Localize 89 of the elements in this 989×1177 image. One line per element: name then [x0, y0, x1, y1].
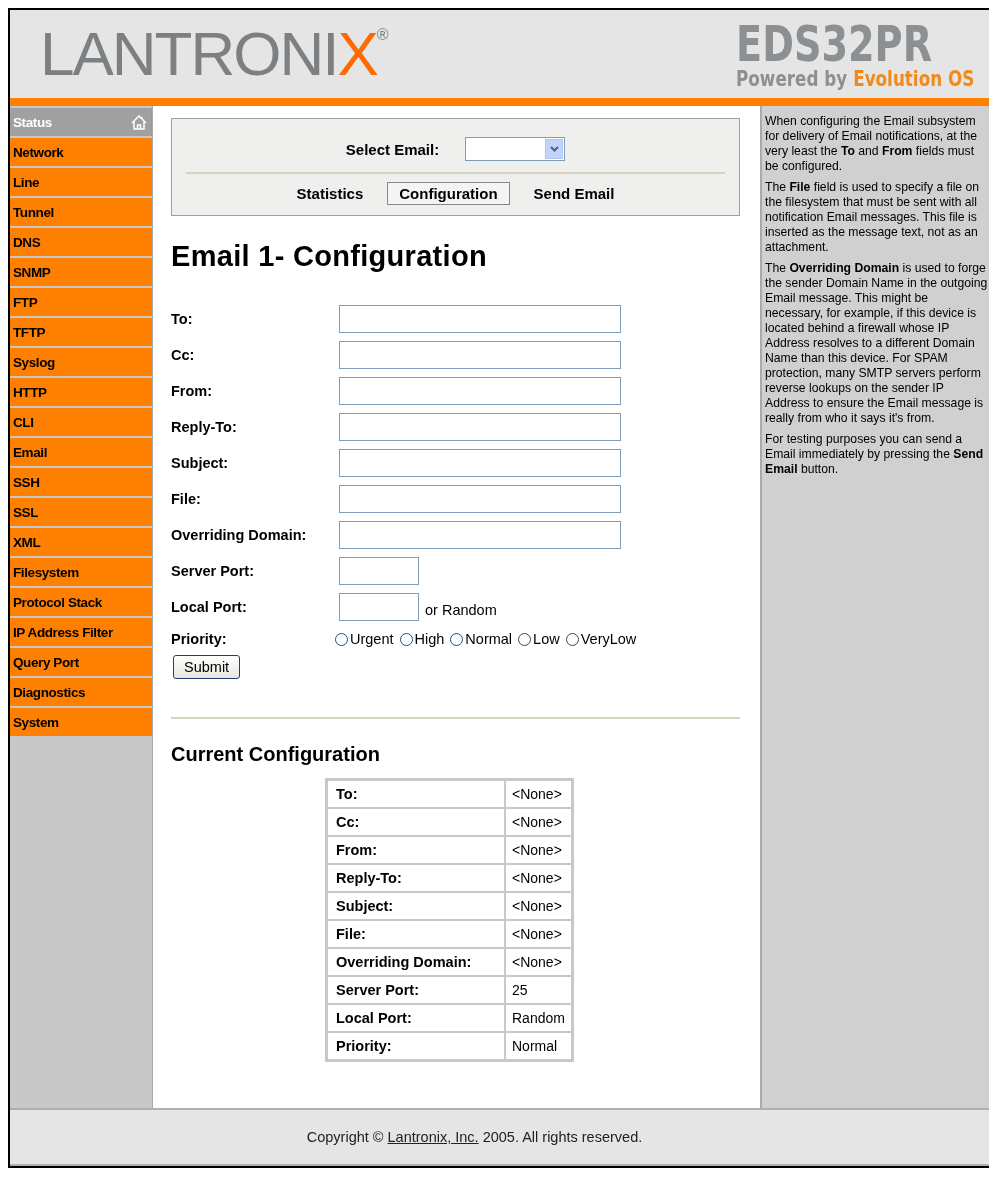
sidebar-item[interactable]: CLI: [10, 408, 152, 436]
field-hint: or Random: [425, 602, 497, 618]
copyright-text: Copyright © Lantronix, Inc. 2005. All rights reserved.: [306, 1129, 643, 1145]
table-cell: <None>: [505, 892, 572, 920]
field-label: Local Port:: [171, 599, 248, 615]
table-cell: <None>: [505, 780, 572, 808]
table-cell: Normal: [505, 1032, 572, 1060]
sidebar-item[interactable]: Filesystem: [10, 558, 152, 586]
product-tagline: Powered by Evolution OS: [736, 68, 975, 90]
table-cell: <None>: [505, 836, 572, 864]
radio-label: Normal: [465, 631, 513, 647]
input-field[interactable]: [339, 341, 621, 369]
field-label: Reply-To:: [171, 419, 238, 435]
table-cell: Cc:: [327, 808, 505, 836]
table-cell: Overriding Domain:: [327, 948, 505, 976]
radio-label: Urgent: [350, 631, 394, 647]
sidebar-item[interactable]: Network: [10, 138, 152, 166]
tab[interactable]: Send Email: [521, 182, 627, 205]
sidebar-item[interactable]: SSH: [10, 468, 152, 496]
table-cell: Priority:: [327, 1032, 505, 1060]
field-label: To:: [171, 311, 194, 327]
radio-label: Low: [533, 631, 560, 647]
radio-button[interactable]: [565, 632, 579, 646]
field-label: Priority:: [171, 631, 228, 647]
table-cell: Subject:: [327, 892, 505, 920]
sidebar-item[interactable]: SNMP: [10, 258, 152, 286]
input-field[interactable]: [339, 413, 621, 441]
section-title: Current Configuration: [171, 743, 381, 766]
lantronix-logo: LANTRONIX$^{®}$: [40, 23, 389, 85]
input-field[interactable]: [339, 449, 621, 477]
table-cell: File:: [327, 920, 505, 948]
sidebar-item[interactable]: Protocol Stack: [10, 588, 152, 616]
radio-label: High: [414, 631, 445, 647]
table-cell: <None>: [505, 920, 572, 948]
sidebar-item[interactable]: Syslog: [10, 348, 152, 376]
table-cell: From:: [327, 836, 505, 864]
sidebar-item[interactable]: System: [10, 708, 152, 736]
help-paragraph: The File field is used to specify a file on the filesystem that must be sent with all notification Email messages. This file is inserted as the message text, not as an attachment.: [765, 180, 981, 255]
field-label: Server Port:: [171, 563, 255, 579]
sidebar-item[interactable]: XML: [10, 528, 152, 556]
table-cell: <None>: [505, 808, 572, 836]
field-label: Cc:: [171, 347, 196, 363]
radio-button[interactable]: [518, 632, 532, 646]
radio-button[interactable]: [399, 632, 413, 646]
input-field[interactable]: [339, 377, 621, 405]
home-icon: [131, 114, 147, 130]
sidebar-item[interactable]: SSL: [10, 498, 152, 526]
product-name: EDS32PR: [736, 18, 933, 69]
company-link[interactable]: Lantronix, Inc.: [387, 1129, 479, 1145]
submit-button[interactable]: Submit: [173, 655, 241, 679]
help-paragraph: The Overriding Domain is used to forge the sender Domain Name in the outgoing Email message. This might be necessary, for example, if this device is located behind a firewall whose IP Address resolves to a different Domain Name than this device. For SPAM protection, many SMTP servers perform reverse lookups on the sender IP Address to ensure the Email message is really from who it says it's from.: [765, 261, 989, 426]
input-field[interactable]: [339, 485, 621, 513]
field-label: Overriding Domain:: [171, 527, 308, 543]
field-label: From:: [171, 383, 214, 399]
tab[interactable]: Configuration: [387, 182, 510, 205]
radio-label: VeryLow: [580, 631, 637, 647]
table-cell: Server Port:: [327, 976, 505, 1004]
sidebar-item[interactable]: Tunnel: [10, 198, 152, 226]
table-cell: <None>: [505, 948, 572, 976]
sidebar-item[interactable]: DNS: [10, 228, 152, 256]
help-paragraph: When configuring the Email subsystem for delivery of Email notifications, at the very least the To and From fields must be configured.: [765, 114, 979, 174]
input-field[interactable]: [339, 593, 419, 621]
help-paragraph: For testing purposes you can send a Email immediately by pressing the Send Email button.: [765, 432, 985, 477]
table-cell: <None>: [505, 864, 572, 892]
radio-button[interactable]: [335, 632, 348, 646]
sidebar-item[interactable]: Email: [10, 438, 152, 466]
input-field[interactable]: [339, 557, 419, 585]
input-field[interactable]: [339, 521, 621, 549]
table-cell: 25: [505, 976, 572, 1004]
field-label: File:: [171, 491, 202, 507]
input-field[interactable]: [339, 305, 621, 333]
sidebar-item[interactable]: Query Port: [10, 648, 152, 676]
sidebar-item[interactable]: HTTP: [10, 378, 152, 406]
sidebar-item[interactable]: Line: [10, 168, 152, 196]
table-cell: To:: [327, 780, 505, 808]
field-label: Subject:: [171, 455, 230, 471]
table-cell: Reply-To:: [327, 864, 505, 892]
sidebar-item[interactable]: Diagnostics: [10, 678, 152, 706]
tab[interactable]: Statistics: [284, 182, 376, 205]
table-cell: Random: [505, 1004, 572, 1032]
page-title: Email 1- Configuration: [171, 240, 488, 273]
select-email-label: Select Email:: [345, 140, 440, 158]
sidebar-item[interactable]: TFTP: [10, 318, 152, 346]
sidebar-item[interactable]: FTP: [10, 288, 152, 316]
sidebar-item[interactable]: IP Address Filter: [10, 618, 152, 646]
radio-button[interactable]: [450, 632, 464, 646]
email-select[interactable]: [465, 137, 566, 161]
table-cell: Local Port:: [327, 1004, 505, 1032]
caret-icon: [549, 146, 559, 152]
